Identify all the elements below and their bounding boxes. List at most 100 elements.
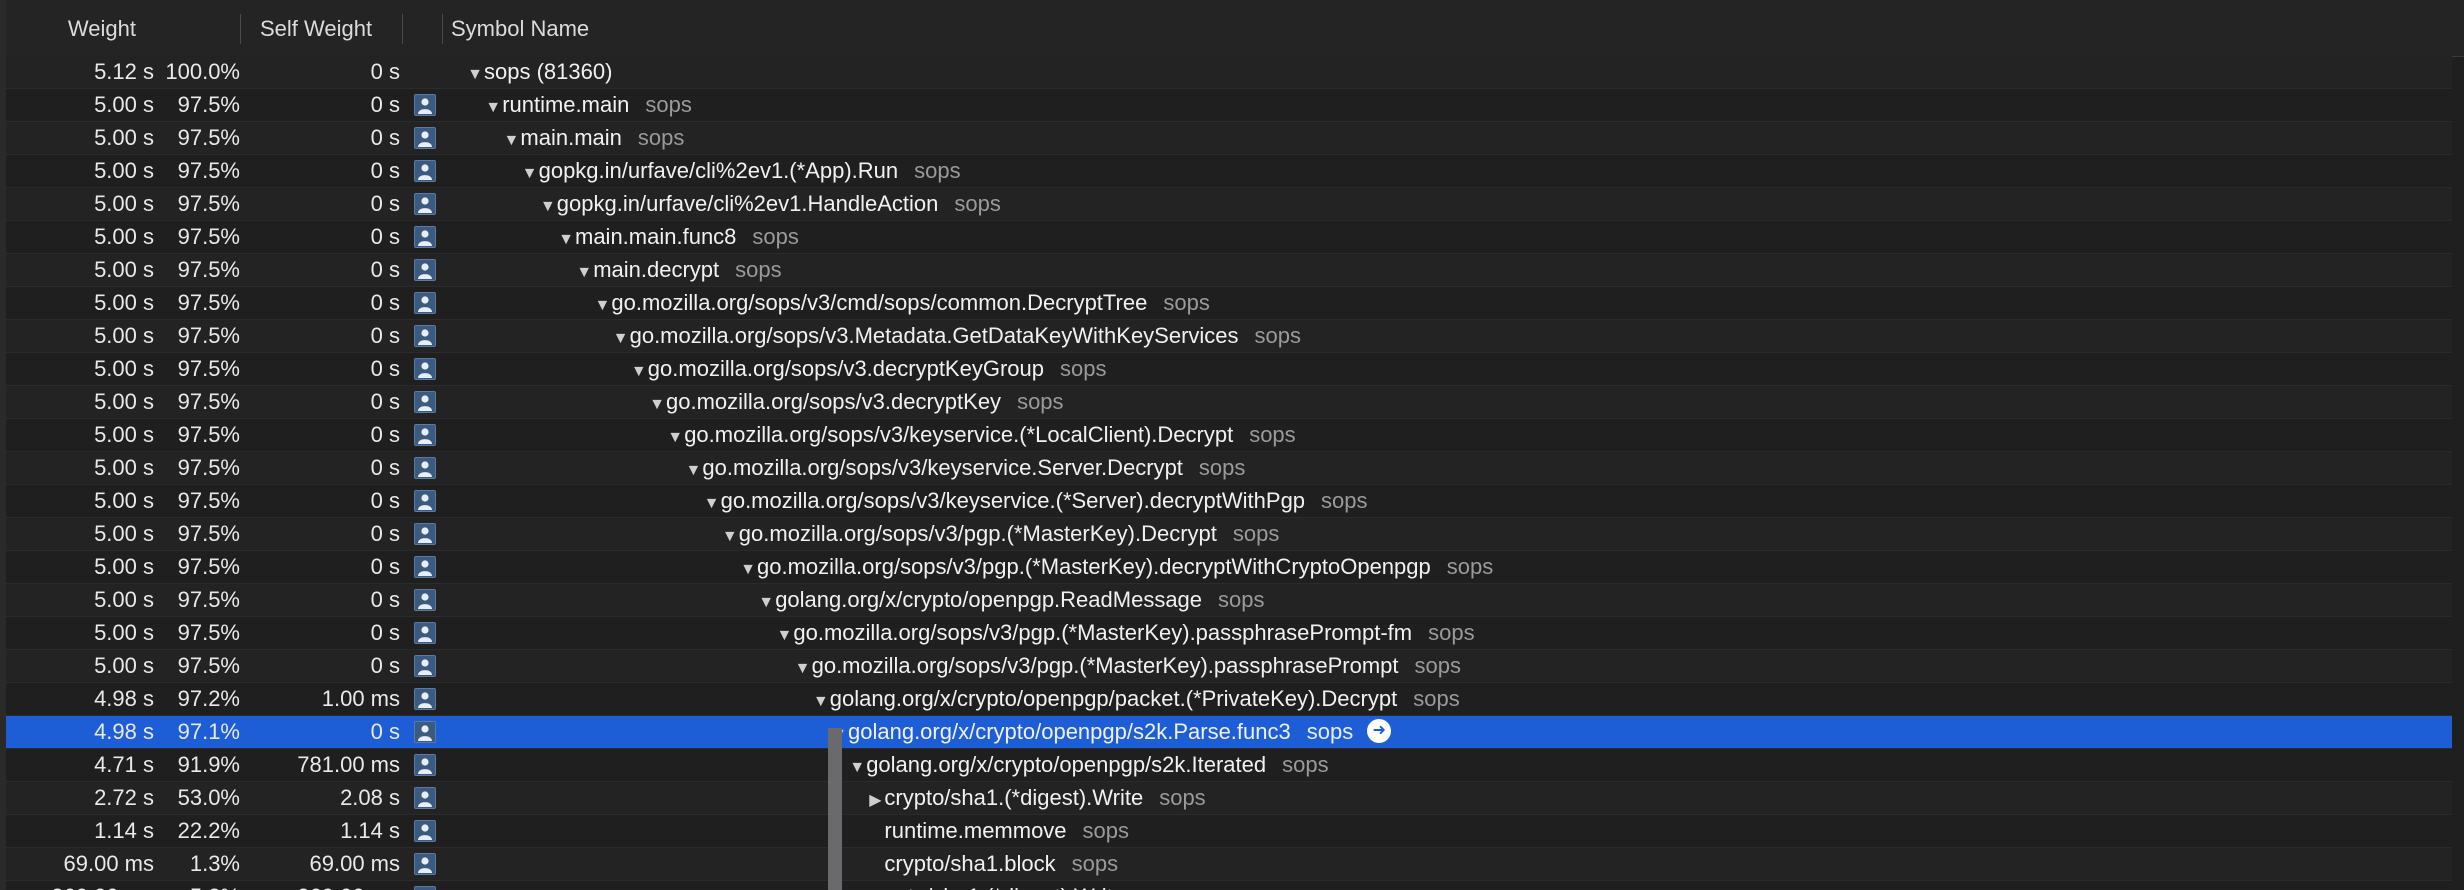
library-name: sops [1198,455,1246,480]
call-tree-row[interactable]: 5.00 s 97.5% 0 s ▼go.mozilla.org/sops/v3.de… [6,353,2452,386]
symbol-name: ▼go.mozilla.org/sops/v3.Metadata.GetData… [612,320,1301,352]
symbol-name: ▼go.mozilla.org/sops/v3/keyservice.Serve… [684,452,1245,484]
symbol-name: ▼go.mozilla.org/sops/v3/keyservice.(*Ser… [703,485,1368,517]
symbol-label: sops (81360) [484,59,613,84]
call-tree-row[interactable]: 5.00 s 97.5% 0 s ▼go.mozilla.org/sops/v3.de… [6,386,2452,419]
weight-value: 1.14 s [94,818,154,843]
disclosure-triangle-expanded-icon[interactable]: ▼ [757,587,775,619]
symbol-name: ▼go.mozilla.org/sops/v3/keyservice.(*Loc… [666,419,1295,451]
call-tree-row[interactable]: 4.98 s 97.2% 1.00 ms ▼golang.org/x/crypto/o… [6,683,2452,716]
symbol-label: golang.org/x/crypto/openpgp/packet.(*Pri… [829,686,1398,711]
disclosure-triangle-expanded-icon[interactable]: ▼ [539,191,557,223]
weight-value: 5.00 s [94,191,154,216]
call-tree-panel: Weight Self Weight Symbol Name 5.12 s 100… [0,0,2464,890]
call-tree-row[interactable]: 5.00 s 97.5% 0 s ▼go.mozilla.org/sops/v3/pg… [6,518,2452,551]
call-tree-row[interactable]: 5.00 s 97.5% 0 s ▼go.mozilla.org/sops/v3/ke… [6,419,2452,452]
call-tree-row[interactable]: 4.71 s 91.9% 781.00 ms ▼golang.org/x/crypto… [6,749,2452,782]
call-tree-row[interactable]: 5.00 s 97.5% 0 s ▼go.mozilla.org/sops/v3/pg… [6,650,2452,683]
call-tree-row[interactable]: 5.00 s 97.5% 0 s ▼main.main sops [6,122,2452,155]
call-tree-row[interactable]: 5.00 s 97.5% 0 s ▼runtime.main sops [6,89,2452,122]
call-tree-row[interactable]: 5.00 s 97.5% 0 s ▼go.mozilla.org/sops/v3/pg… [6,617,2452,650]
disclosure-triangle-expanded-icon[interactable]: ▼ [739,554,757,586]
call-tree-row[interactable]: 269.00 ms5.2%269.00 mscrypto/sha1.(*dige… [6,881,2452,890]
self-weight-value: 0 s [370,488,400,513]
symbol-label: go.mozilla.org/sops/v3.decryptKeyGroup [647,356,1044,381]
inline-depth-bar [828,728,842,890]
disclosure-triangle-expanded-icon[interactable]: ▼ [521,158,539,190]
library-name: sops [1321,488,1368,513]
disclosure-triangle-expanded-icon[interactable]: ▼ [593,290,611,322]
disclosure-triangle-expanded-icon[interactable]: ▼ [848,752,866,784]
call-tree-row[interactable]: 5.00 s 97.5% 0 s ▼go.mozilla.org/sops/v3.Me… [6,320,2452,353]
weight-value: 5.00 s [94,257,154,282]
symbol-label: gopkg.in/urfave/cli%2ev1.(*App).Run [538,158,899,183]
self-weight-value: 0 s [370,422,400,447]
self-weight-value: 2.08 s [340,785,400,810]
weight-value: 5.12 s [94,59,154,84]
call-tree-row[interactable]: 5.00 s 97.5% 0 s ▼go.mozilla.org/sops/v3/pg… [6,551,2452,584]
call-tree-row[interactable]: 5.12 s 100.0% 0 s ▼sops (81360) [6,56,2452,89]
symbol-name: crypto/sha1.(*digest).Write sops [848,881,1187,890]
disclosure-triangle-expanded-icon[interactable]: ▼ [666,422,684,454]
disclosure-triangle-expanded-icon[interactable]: ▼ [684,455,702,487]
self-weight-value: 1.00 ms [321,686,400,711]
weight-value: 4.98 s [94,719,154,744]
disclosure-triangle-expanded-icon[interactable]: ▼ [502,125,520,157]
user-code-icon [414,226,436,248]
call-tree-row[interactable]: 2.72 s 53.0% 2.08 s ▶ crypto/sha1.(*digest).… [6,782,2452,815]
disclosure-triangle-expanded-icon[interactable]: ▼ [484,92,502,124]
symbol-label: runtime.main [502,92,630,117]
disclosure-triangle-expanded-icon[interactable]: ▼ [612,323,630,355]
call-tree-row[interactable]: 4.98 s 97.1% 0 s ▼golang.org/x/crypto/openp… [6,716,2452,749]
disclosure-triangle-expanded-icon[interactable]: ▼ [703,488,721,520]
symbol-label: go.mozilla.org/sops/v3/pgp.(*MasterKey).… [811,653,1399,678]
weight-column-header[interactable]: Weight [6,0,136,56]
user-code-icon [414,886,436,890]
call-tree-row[interactable]: 1.14 s 22.2% 1.14 s runtime.memmove sops [6,815,2452,848]
self-weight-value: 0 s [370,587,400,612]
weight-value: 5.00 s [94,323,154,348]
disclosure-triangle-expanded-icon[interactable]: ▼ [630,356,648,388]
disclosure-triangle-expanded-icon[interactable]: ▼ [794,653,812,685]
disclosure-triangle-collapsed-icon[interactable]: ▶ [866,785,884,817]
self-weight-value: 0 s [370,719,400,744]
disclosure-triangle-expanded-icon[interactable]: ▼ [812,686,830,718]
symbol-label: crypto/sha1.(*digest).Write [866,884,1125,890]
call-tree-row[interactable]: 5.00 s 97.5% 0 s ▼go.mozilla.org/sops/v3/ke… [6,452,2452,485]
call-tree-row[interactable]: 69.00 ms 1.3% 69.00 ms crypto/sha1.block sop… [6,848,2452,881]
symbol-label: main.decrypt [593,257,720,282]
disclosure-triangle-expanded-icon[interactable]: ▼ [775,620,793,652]
column-separator[interactable] [402,14,403,44]
call-tree-row[interactable]: 5.00 s 97.5% 0 s ▼gopkg.in/urfave/cli%2ev1.… [6,188,2452,221]
library-name: sops [1249,422,1296,447]
symbol-name: ▼go.mozilla.org/sops/v3.decryptKey sops [648,386,1063,421]
disclosure-triangle-expanded-icon[interactable]: ▼ [648,389,666,421]
call-tree-row[interactable]: 5.00 s 97.5% 0 s ▼gopkg.in/urfave/cli%2ev1.… [6,155,2452,188]
disclosure-triangle-expanded-icon[interactable]: ▼ [557,224,575,256]
call-tree-row[interactable]: 5.00 s 97.5% 0 s ▼go.mozilla.org/sops/v3/ke… [6,485,2452,518]
symbol-name: ▼sops (81360) [466,56,612,88]
symbol-label: go.mozilla.org/sops/v3/pgp.(*MasterKey).… [738,521,1217,546]
call-tree-row[interactable]: 5.00 s 97.5% 0 s ▼main.decrypt sops [6,254,2452,287]
disclosure-triangle-expanded-icon[interactable]: ▼ [575,257,593,289]
weight-percent: 97.5% [177,125,240,150]
self-weight-value: 0 s [370,92,400,117]
column-separator[interactable] [442,14,443,44]
call-tree-row[interactable]: 5.00 s 97.5% 0 s ▼golang.org/x/crypto/openp… [6,584,2452,617]
call-tree-row[interactable]: 5.00 s 97.5% 0 s ▼go.mozilla.org/sops/v3/cm… [6,287,2452,320]
weight-percent: 97.5% [177,653,240,678]
symbol-name-column-header[interactable]: Symbol Name [451,0,751,56]
disclosure-triangle-expanded-icon[interactable]: ▼ [466,59,484,91]
self-weight-column-header[interactable]: Self Weight [260,0,400,56]
column-separator[interactable] [240,14,241,44]
disclosure-triangle-expanded-icon[interactable]: ▼ [721,521,739,553]
arrow-right-circle-icon[interactable]: ➜ [1367,719,1392,744]
user-code-icon [414,391,436,413]
call-tree-row[interactable]: 5.00 s 97.5% 0 s ▼main.main.func8 sops [6,221,2452,254]
symbol-label: gopkg.in/urfave/cli%2ev1.HandleAction [556,191,939,216]
user-code-icon [414,688,436,710]
user-code-icon [414,754,436,776]
symbol-name: ▶ crypto/sha1.(*digest).Write sops [866,782,1205,814]
weight-percent: 97.5% [177,158,240,183]
library-name: sops [1060,356,1107,381]
